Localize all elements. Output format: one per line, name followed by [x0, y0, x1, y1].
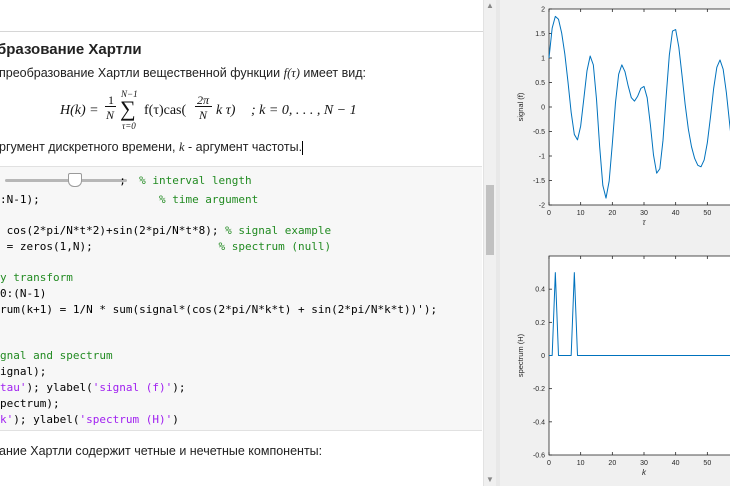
x-tick-label: 0	[547, 210, 551, 217]
figure-panel: 0 10 20 30 40 50 -2 -1.5 -1 -0.5 0 0.5 1 1.5 2 τ signal …	[500, 0, 730, 486]
x-tick-label: 20	[608, 210, 616, 217]
code-line-3[interactable]: cos(2*pi/N*t*2)+sin(2*pi/N*t*8); % signa…	[0, 224, 332, 237]
code-comment: y transform	[0, 271, 73, 284]
scroll-down-icon[interactable]: ▼	[484, 474, 496, 486]
formula-body-start: f(τ)cas(	[144, 103, 187, 118]
x-tick-label: 20	[608, 460, 616, 467]
code-block[interactable]: ; % interval length :N-1); % time argume…	[0, 166, 482, 431]
bottom-paragraph[interactable]: ание Хартли содержит четные и нечетные к…	[0, 444, 322, 458]
code-text: :N-1);	[0, 193, 159, 206]
spectrum-plot[interactable]: 0 10 20 30 40 50 -0.6 -0.4 -0.2 0 0.2 0.4 k spectrum …	[500, 245, 730, 486]
code-line-1[interactable]: ; % interval length	[0, 174, 252, 187]
code-comment: % signal example	[225, 224, 332, 237]
code-text: ignal);	[0, 365, 47, 378]
scrollbar-thumb[interactable]	[486, 185, 494, 255]
formula-inner-den: N	[199, 108, 208, 122]
x-tick-label: 40	[672, 210, 680, 217]
y-tick-label: 0	[541, 105, 545, 112]
editor-scrollbar[interactable]: ▲ ▼	[483, 0, 496, 486]
code-string: tau'	[0, 381, 27, 394]
y-tick-label: 0	[541, 353, 545, 360]
y-tick-label: -0.5	[533, 129, 545, 136]
y-tick-label: 1	[541, 56, 545, 63]
code-comment: % time argument	[158, 193, 259, 206]
intro-function: f(τ)	[283, 66, 300, 80]
y-tick-label: -2	[539, 203, 545, 210]
formula-lhs: H(k) =	[60, 103, 99, 118]
formula-tail: ; k = 0, . . . , N − 1	[251, 103, 357, 118]
arg-k: k	[178, 140, 185, 154]
argument-paragraph[interactable]: ргумент дискретного времени, k - аргумен…	[0, 140, 304, 155]
x-tick-label: 30	[640, 460, 648, 467]
code-text: ); ylabel(	[26, 381, 93, 394]
code-line-7[interactable]: rum(k+1) = 1/N * sum(signal*(cos(2*pi/N*…	[0, 303, 437, 316]
section-heading: бразование Хартли	[0, 41, 142, 58]
x-axis-label: k	[642, 468, 647, 477]
x-axis-label: τ	[643, 218, 647, 227]
code-text: ); ylabel(	[13, 413, 80, 426]
y-axis-label: spectrum (H)	[516, 333, 525, 377]
y-tick-label: -0.6	[533, 453, 545, 460]
formula-frac-bar	[105, 106, 116, 107]
code-comment: % interval length	[139, 174, 252, 187]
code-line-11[interactable]: pectrum);	[0, 397, 60, 410]
code-string: 'signal (f)'	[92, 381, 173, 394]
code-text: ;	[0, 174, 140, 187]
intro-text: преобразование Хартли вещественной функц…	[0, 66, 281, 80]
code-line-12[interactable]: k'); ylabel('spectrum (H)')	[0, 413, 179, 426]
formula-inner-bar	[195, 106, 212, 107]
x-tick-label: 50	[703, 460, 711, 467]
y-tick-label: 0.5	[535, 80, 545, 87]
code-text: cos(2*pi/N*t*2)+sin(2*pi/N*t*8);	[0, 224, 226, 237]
code-text: );	[172, 381, 186, 394]
arg-text-a: ргумент дискретного времени,	[0, 140, 176, 154]
x-tick-label: 40	[672, 460, 680, 467]
intro-tail: имеет вид:	[303, 66, 367, 80]
formula-sum-bottom: τ=0	[122, 121, 136, 131]
code-text: pectrum);	[0, 397, 60, 410]
y-axis-label: signal (f)	[516, 92, 525, 121]
editor-toolbar-area	[0, 0, 483, 32]
axes-box-0	[548, 8, 730, 206]
code-string: 'spectrum (H)'	[79, 413, 173, 426]
code-line-8[interactable]: gnal and spectrum	[0, 349, 113, 362]
y-tick-label: -1	[539, 154, 545, 161]
x-tick-label: 50	[703, 210, 711, 217]
code-line-10[interactable]: tau'); ylabel('signal (f)');	[0, 381, 185, 394]
signal-plot[interactable]: 0 10 20 30 40 50 -2 -1.5 -1 -0.5 0 0.5 1 1.5 2 τ signal …	[500, 0, 730, 240]
code-line-5[interactable]: y transform	[0, 271, 73, 284]
code-text: = zeros(1,N);	[0, 240, 219, 253]
arg-text-b: - аргумент частоты.	[188, 140, 303, 154]
x-tick-label: 10	[577, 460, 585, 467]
formula-body-end: k τ)	[216, 103, 236, 118]
x-tick-label: 30	[640, 210, 648, 217]
x-tick-label: 10	[577, 210, 585, 217]
text-cursor	[302, 140, 304, 155]
y-tick-label: 0.4	[535, 287, 545, 294]
y-tick-label: -0.2	[533, 386, 545, 393]
y-tick-label: 0.2	[535, 320, 545, 327]
x-tick-label: 0	[547, 460, 551, 467]
code-line-2[interactable]: :N-1); % time argument	[0, 193, 258, 206]
code-line-4[interactable]: = zeros(1,N); % spectrum (null)	[0, 240, 332, 253]
code-comment: gnal and spectrum	[0, 349, 113, 362]
code-comment: % spectrum (null)	[218, 240, 332, 253]
intro-paragraph[interactable]: преобразование Хартли вещественной функц…	[0, 66, 366, 81]
code-text: 0:(N-1)	[0, 287, 47, 300]
code-text: rum(k+1) = 1/N * sum(signal*(cos(2*pi/N*…	[0, 303, 438, 316]
formula-frac-den: N	[106, 108, 115, 122]
formula-sum-symbol: ∑	[120, 96, 136, 121]
code-string: k'	[0, 413, 14, 426]
scroll-up-icon[interactable]: ▲	[484, 0, 496, 12]
y-tick-label: -1.5	[533, 178, 545, 185]
y-tick-label: -0.4	[533, 419, 545, 426]
code-line-9[interactable]: ignal);	[0, 365, 46, 378]
y-tick-label: 2	[541, 7, 545, 14]
code-text: )	[172, 413, 179, 426]
live-script-editor: бразование Хартли преобразование Хартли …	[0, 0, 483, 486]
y-tick-label: 1.5	[535, 31, 545, 38]
code-line-6[interactable]: 0:(N-1)	[0, 287, 46, 300]
